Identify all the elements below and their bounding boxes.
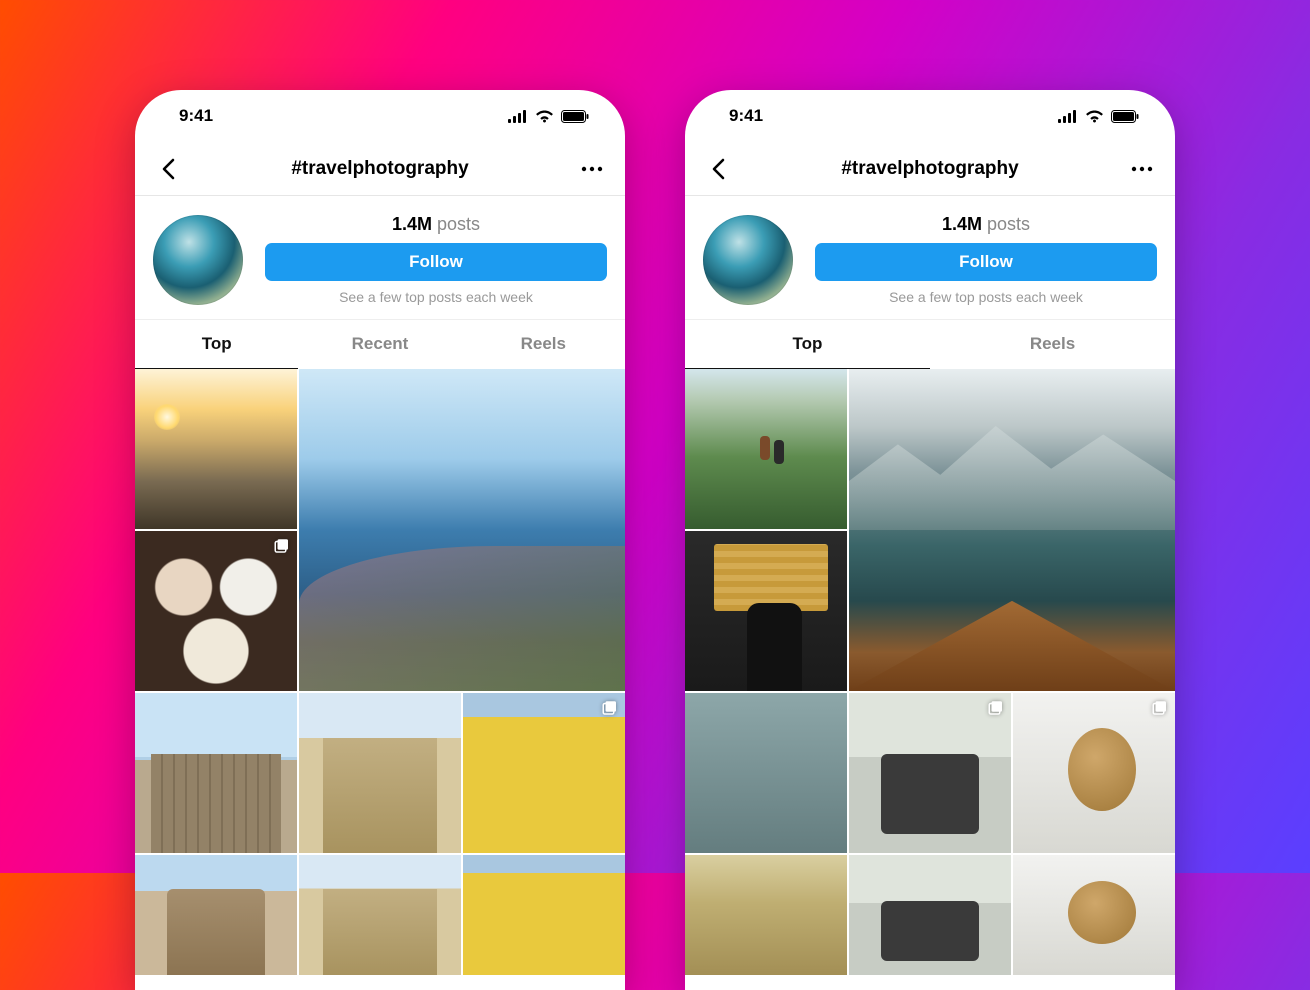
post-thumbnail[interactable] [135,855,297,975]
carousel-icon [601,699,619,717]
follow-button[interactable]: Follow [265,243,607,281]
more-button[interactable] [1127,166,1157,172]
hashtag-header: 1.4M posts Follow See a few top posts ea… [135,196,625,319]
hashtag-avatar[interactable] [153,215,243,305]
status-bar: 9:41 [685,90,1175,142]
nav-bar: #travelphotography [135,142,625,196]
post-grid[interactable] [685,369,1175,975]
hashtag-info: 1.4M posts Follow See a few top posts ea… [265,214,607,305]
post-thumbnail[interactable] [685,369,847,529]
post-thumbnail[interactable] [135,531,297,691]
back-button[interactable] [703,158,733,180]
more-icon [1131,166,1153,172]
chevron-left-icon [711,158,725,180]
post-thumbnail[interactable] [135,369,297,529]
post-thumbnail[interactable] [1013,855,1175,975]
tab-top[interactable]: Top [685,320,930,369]
chevron-left-icon [161,158,175,180]
post-count: 1.4M posts [942,214,1030,235]
follow-hint: See a few top posts each week [889,289,1083,305]
nav-bar: #travelphotography [685,142,1175,196]
post-thumbnail[interactable] [1013,693,1175,853]
post-thumbnail[interactable] [849,693,1011,853]
wifi-icon [535,109,554,123]
hashtag-info: 1.4M posts Follow See a few top posts ea… [815,214,1157,305]
tab-reels[interactable]: Reels [930,320,1175,369]
status-bar: 9:41 [135,90,625,142]
more-button[interactable] [577,166,607,172]
cellular-icon [1058,110,1078,123]
status-icons [1058,109,1139,123]
more-icon [581,166,603,172]
status-icons [508,109,589,123]
tab-recent[interactable]: Recent [298,320,461,369]
post-count-number: 1.4M [392,214,432,234]
cellular-icon [508,110,528,123]
battery-icon [561,110,589,123]
follow-hint: See a few top posts each week [339,289,533,305]
post-thumbnail[interactable] [299,855,461,975]
page-title: #travelphotography [841,158,1018,180]
post-count: 1.4M posts [392,214,480,235]
follow-button[interactable]: Follow [815,243,1157,281]
hashtag-header: 1.4M posts Follow See a few top posts ea… [685,196,1175,319]
tabs: Top Recent Reels [135,319,625,369]
post-thumbnail[interactable] [685,693,847,853]
post-thumbnail[interactable] [685,855,847,975]
tab-top[interactable]: Top [135,320,298,369]
post-thumbnail[interactable] [685,531,847,691]
post-thumbnail-featured[interactable] [299,369,625,691]
status-time: 9:41 [179,106,213,126]
status-time: 9:41 [729,106,763,126]
battery-icon [1111,110,1139,123]
phone-left: 9:41 #travelphotography 1.4M posts Follo… [135,90,625,990]
carousel-icon [987,699,1005,717]
tabs: Top Reels [685,319,1175,369]
post-count-label: posts [987,214,1030,234]
back-button[interactable] [153,158,183,180]
phone-right: 9:41 #travelphotography 1.4M posts Follo… [685,90,1175,990]
carousel-icon [1151,699,1169,717]
wifi-icon [1085,109,1104,123]
post-thumbnail[interactable] [849,855,1011,975]
post-grid[interactable] [135,369,625,975]
hashtag-avatar[interactable] [703,215,793,305]
post-thumbnail[interactable] [299,693,461,853]
post-thumbnail[interactable] [135,693,297,853]
post-thumbnail[interactable] [463,855,625,975]
post-count-label: posts [437,214,480,234]
post-thumbnail-featured[interactable] [849,369,1175,691]
page-title: #travelphotography [291,158,468,180]
tab-reels[interactable]: Reels [462,320,625,369]
carousel-icon [273,537,291,555]
post-count-number: 1.4M [942,214,982,234]
post-thumbnail[interactable] [463,693,625,853]
